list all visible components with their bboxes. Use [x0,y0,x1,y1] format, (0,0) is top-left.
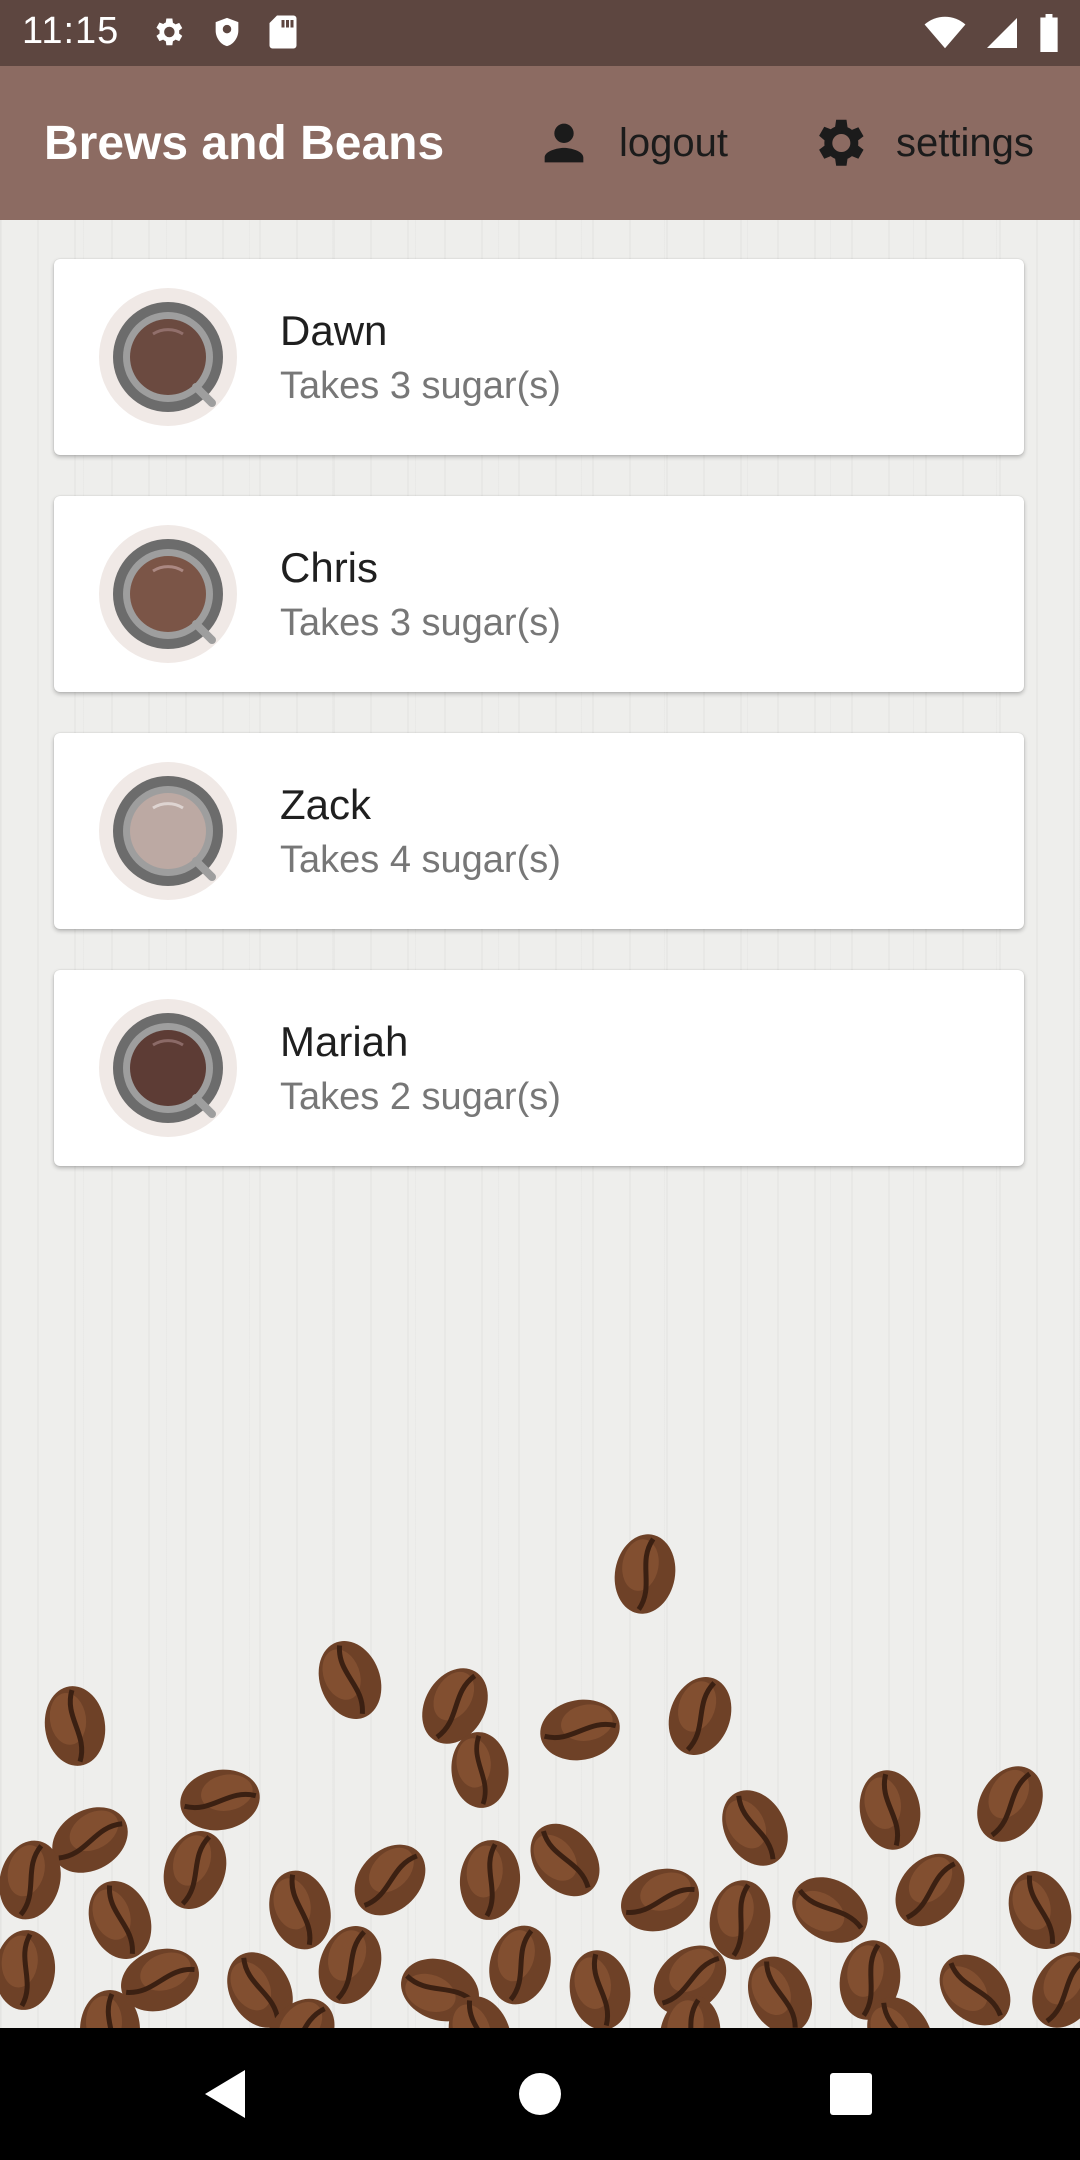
signal-icon [987,18,1017,48]
status-icons-left [150,14,298,52]
brew-sugar: Takes 3 sugar(s) [280,602,561,644]
logout-button[interactable]: logout [535,110,728,176]
status-bar: 11:15 [0,0,1080,66]
gear-icon [819,119,864,166]
back-icon[interactable] [203,2068,247,2120]
person-icon [544,123,584,163]
app-title: Brews and Beans [44,117,445,170]
brew-name: Chris [280,544,379,591]
logout-label: logout [619,120,728,165]
brew-name: Dawn [280,307,388,354]
brew-list-screen: Dawn Takes 3 sugar(s) Chris Takes 3 suga… [0,220,1080,2028]
gear-icon [156,18,183,46]
coffee-cup-icon [99,288,237,426]
status-icons-right [924,14,1060,52]
app-bar: Brews and Beans logout settings [0,66,1080,220]
coffee-cup-icon [99,999,237,1137]
brew-name: Mariah [280,1018,409,1065]
wifi-icon [924,16,966,49]
list-item-chris[interactable]: Chris Takes 3 sugar(s) [54,496,1024,692]
recents-icon[interactable] [829,2072,873,2116]
settings-label: settings [896,120,1034,165]
brew-sugar: Takes 2 sugar(s) [280,1076,561,1118]
status-time: 11:15 [22,10,120,52]
home-icon[interactable] [518,2072,562,2116]
coffee-cup-icon [99,762,237,900]
coffee-cup-icon [99,525,237,663]
brew-sugar: Takes 4 sugar(s) [280,839,561,881]
shield-icon [215,17,239,47]
sd-card-icon [269,15,297,49]
brew-sugar: Takes 3 sugar(s) [280,365,561,407]
navigation-bar [0,2028,1080,2160]
settings-button[interactable]: settings [808,110,1034,176]
list-item-zack[interactable]: Zack Takes 4 sugar(s) [54,733,1024,929]
list-item-mariah[interactable]: Mariah Takes 2 sugar(s) [54,970,1024,1166]
brew-name: Zack [280,781,372,828]
list-item-dawn[interactable]: Dawn Takes 3 sugar(s) [54,259,1024,455]
battery-icon [1040,14,1058,52]
